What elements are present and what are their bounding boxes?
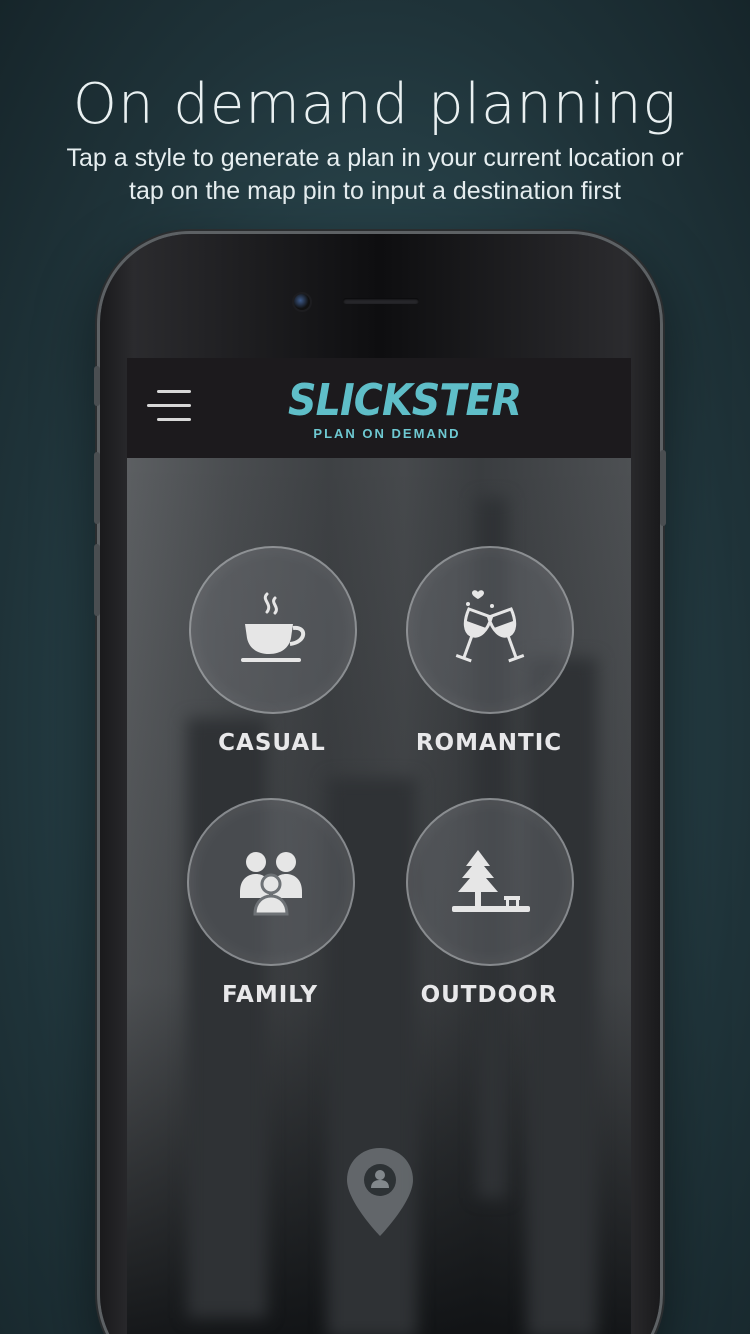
menu-line-icon xyxy=(157,390,191,393)
app-logo: SLICKSTER PLAN ON DEMAND xyxy=(277,375,522,442)
style-circle xyxy=(406,546,574,714)
style-romantic-button[interactable]: ROMANTIC xyxy=(389,546,589,766)
menu-line-icon xyxy=(157,418,191,421)
style-family-button[interactable]: FAMILY xyxy=(170,798,370,1018)
style-circle xyxy=(189,546,357,714)
promo-headline: On demand planning xyxy=(72,72,678,137)
wine-toast-icon xyxy=(455,590,525,663)
phone-mute-switch xyxy=(94,366,100,406)
style-label: FAMILY xyxy=(221,982,319,1008)
coffee-cup-icon xyxy=(241,592,306,662)
app-header: SLICKSTER PLAN ON DEMAND xyxy=(127,358,631,458)
logo-title: SLICKSTER xyxy=(288,375,522,426)
family-icon xyxy=(240,852,302,916)
style-label: CASUAL xyxy=(218,730,326,756)
tree-bench-icon xyxy=(452,850,530,912)
map-pin-button[interactable] xyxy=(345,1146,415,1238)
menu-line-icon xyxy=(147,404,191,407)
style-circle xyxy=(187,798,355,966)
app-screen: SLICKSTER PLAN ON DEMAND CASUAL ROMANTIC… xyxy=(127,358,631,1334)
style-circle xyxy=(406,798,574,966)
phone-power-button xyxy=(660,450,666,526)
front-camera xyxy=(292,292,312,312)
phone-volume-up xyxy=(94,452,100,524)
promo-subline: Tap a style to generate a plan in your c… xyxy=(66,144,684,205)
style-casual-button[interactable]: CASUAL xyxy=(172,546,372,766)
style-label: ROMANTIC xyxy=(415,730,563,756)
earpiece-speaker xyxy=(343,298,419,304)
location-pin-icon xyxy=(347,1148,413,1236)
phone-volume-down xyxy=(94,544,100,616)
style-label: OUTDOOR xyxy=(420,982,558,1008)
logo-tagline: PLAN ON DEMAND xyxy=(313,426,461,441)
style-outdoor-button[interactable]: OUTDOOR xyxy=(389,798,589,1018)
hamburger-menu-button[interactable] xyxy=(145,388,195,424)
